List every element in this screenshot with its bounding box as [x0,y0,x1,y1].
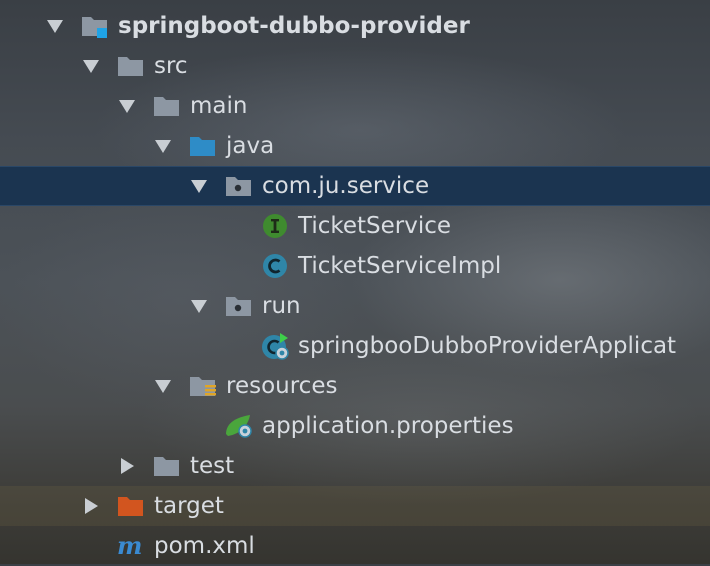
excluded-folder-icon [116,492,146,520]
tree-item-resources[interactable]: resources [0,366,710,406]
package-icon [224,292,254,320]
tree-item-application-properties[interactable]: application.properties [0,406,710,446]
tree-item-target[interactable]: target [0,486,710,526]
tree-item-label: springboot-dubbo-provider [118,13,470,39]
tree-item-label: run [262,293,301,319]
tree-item-label: springbooDubboProviderApplicat [298,333,677,359]
tree-item-com-ju-service[interactable]: com.ju.service [0,166,710,206]
tree-item-springboodubboproviderapplication[interactable]: springbooDubboProviderApplicat [0,326,710,366]
tree-item-label: src [154,53,188,79]
expand-arrow-icon[interactable] [44,15,66,37]
folder-icon [152,92,182,120]
tree-item-java[interactable]: java [0,126,710,166]
expand-arrow-icon[interactable] [188,295,210,317]
spring-properties-icon [224,412,254,440]
tree-item-label: application.properties [262,413,514,439]
folder-icon [116,52,146,80]
package-icon [224,172,254,200]
tree-item-label: TicketServiceImpl [298,253,502,279]
tree-item-src[interactable]: src [0,46,710,86]
tree-item-label: com.ju.service [262,173,430,199]
folder-icon [152,452,182,480]
tree-item-label: main [190,93,248,119]
tree-item-pom-xml[interactable]: m pom.xml [0,526,710,566]
tree-item-label: java [226,133,275,159]
tree-item-label: resources [226,373,338,399]
tree-item-run[interactable]: run [0,286,710,326]
maven-icon: m [116,531,146,560]
class-icon [260,252,290,280]
tree-item-main[interactable]: main [0,86,710,126]
tree-item-ticketservice[interactable]: TicketService [0,206,710,246]
expand-arrow-icon[interactable] [152,375,174,397]
expand-arrow-icon[interactable] [80,495,102,517]
tree-item-ticketserviceimpl[interactable]: TicketServiceImpl [0,246,710,286]
expand-arrow-icon[interactable] [116,455,138,477]
expand-arrow-icon[interactable] [188,175,210,197]
tree-item-test[interactable]: test [0,446,710,486]
tree-item-springboot-dubbo-provider[interactable]: springboot-dubbo-provider [0,6,710,46]
expand-arrow-icon[interactable] [80,55,102,77]
tree-item-label: pom.xml [154,533,255,559]
tree-item-label: test [190,453,235,479]
svg-text:m: m [117,532,142,560]
expand-arrow-icon[interactable] [116,95,138,117]
project-tree[interactable]: springboot-dubbo-provider src main java [0,0,710,564]
tree-item-label: TicketService [298,213,452,239]
spring-boot-class-icon [260,332,290,360]
tree-item-label: target [154,493,224,519]
source-root-folder-icon [188,132,218,160]
resources-folder-icon [188,372,218,400]
module-folder-icon [80,12,110,40]
interface-icon [260,212,290,240]
expand-arrow-icon[interactable] [152,135,174,157]
